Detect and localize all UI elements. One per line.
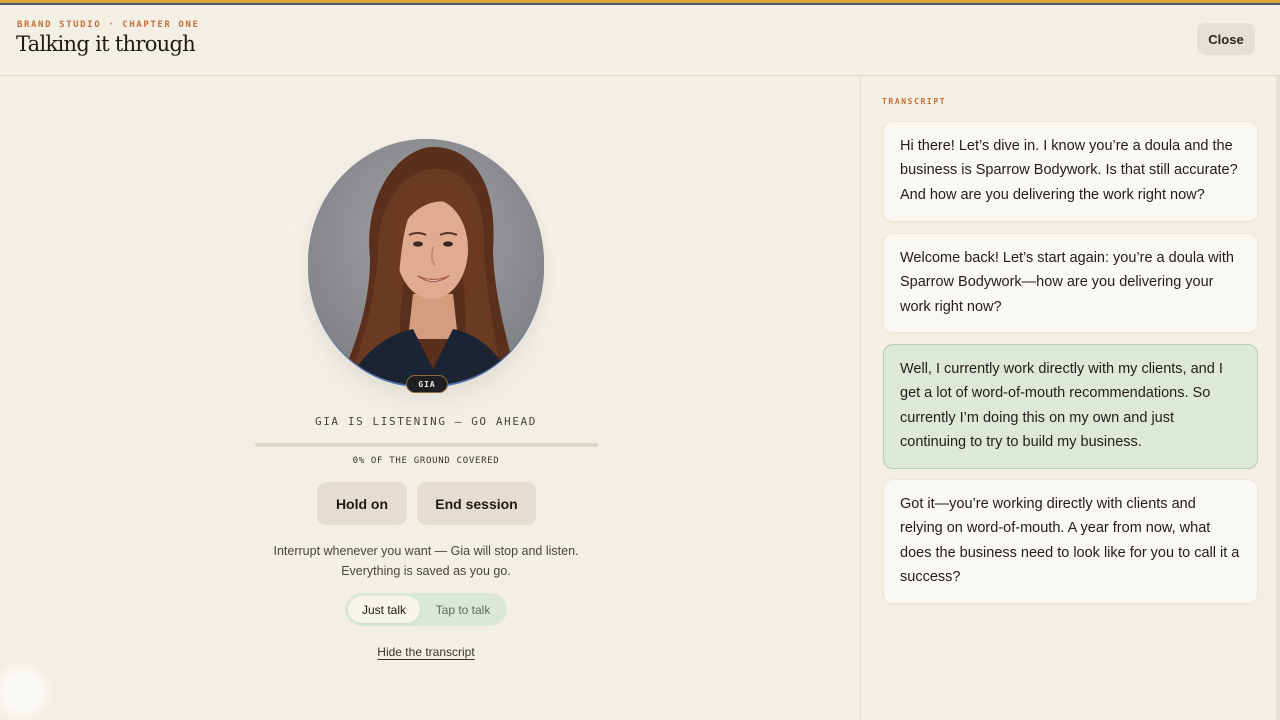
mode-option-tap-to-talk[interactable]: Tap to talk [423,596,503,623]
listening-status: GIA IS LISTENING — GO AHEAD [314,415,537,428]
transcript-message-assistant: Hi there! Let’s dive in. I know you’re a… [883,121,1258,222]
panel-divider [860,76,861,720]
hint-line-1: Interrupt whenever you want — Gia will s… [273,544,579,558]
transcript-message-assistant: Welcome back! Let’s start again: you’re … [883,233,1258,333]
close-button[interactable]: Close [1197,23,1255,55]
hold-on-button[interactable]: Hold on [317,482,407,525]
interrupt-hint: Interrupt whenever you want — Gia will s… [226,541,626,581]
mode-option-just-talk[interactable]: Just talk [348,596,420,623]
scrollbar-track[interactable] [1276,76,1280,720]
page-header: BRAND STUDIO · CHAPTER ONE Talking it th… [0,5,1280,76]
progress-bar [255,443,598,447]
talk-mode-toggle: Just talk Tap to talk [345,593,507,626]
end-session-button[interactable]: End session [417,482,536,525]
speaker-portrait: GIA [308,139,544,393]
progress-label: 0% OF THE GROUND COVERED [352,456,500,466]
hint-line-2: Everything is saved as you go. [341,564,511,578]
person-photo-icon [308,139,544,385]
hide-transcript-link[interactable]: Hide the transcript [326,645,526,659]
page-title: Talking it through [16,32,196,56]
corner-orb-icon [0,660,54,720]
breadcrumb: BRAND STUDIO · CHAPTER ONE [17,20,200,30]
transcript-message-assistant: Got it—you’re working directly with clie… [883,479,1258,604]
transcript-heading: TRANSCRIPT [882,97,947,106]
session-controls: Hold on End session [0,482,860,526]
avatar [308,139,544,387]
transcript-message-user: Well, I currently work directly with my … [883,344,1258,469]
speaker-name-tag: GIA [406,375,448,393]
